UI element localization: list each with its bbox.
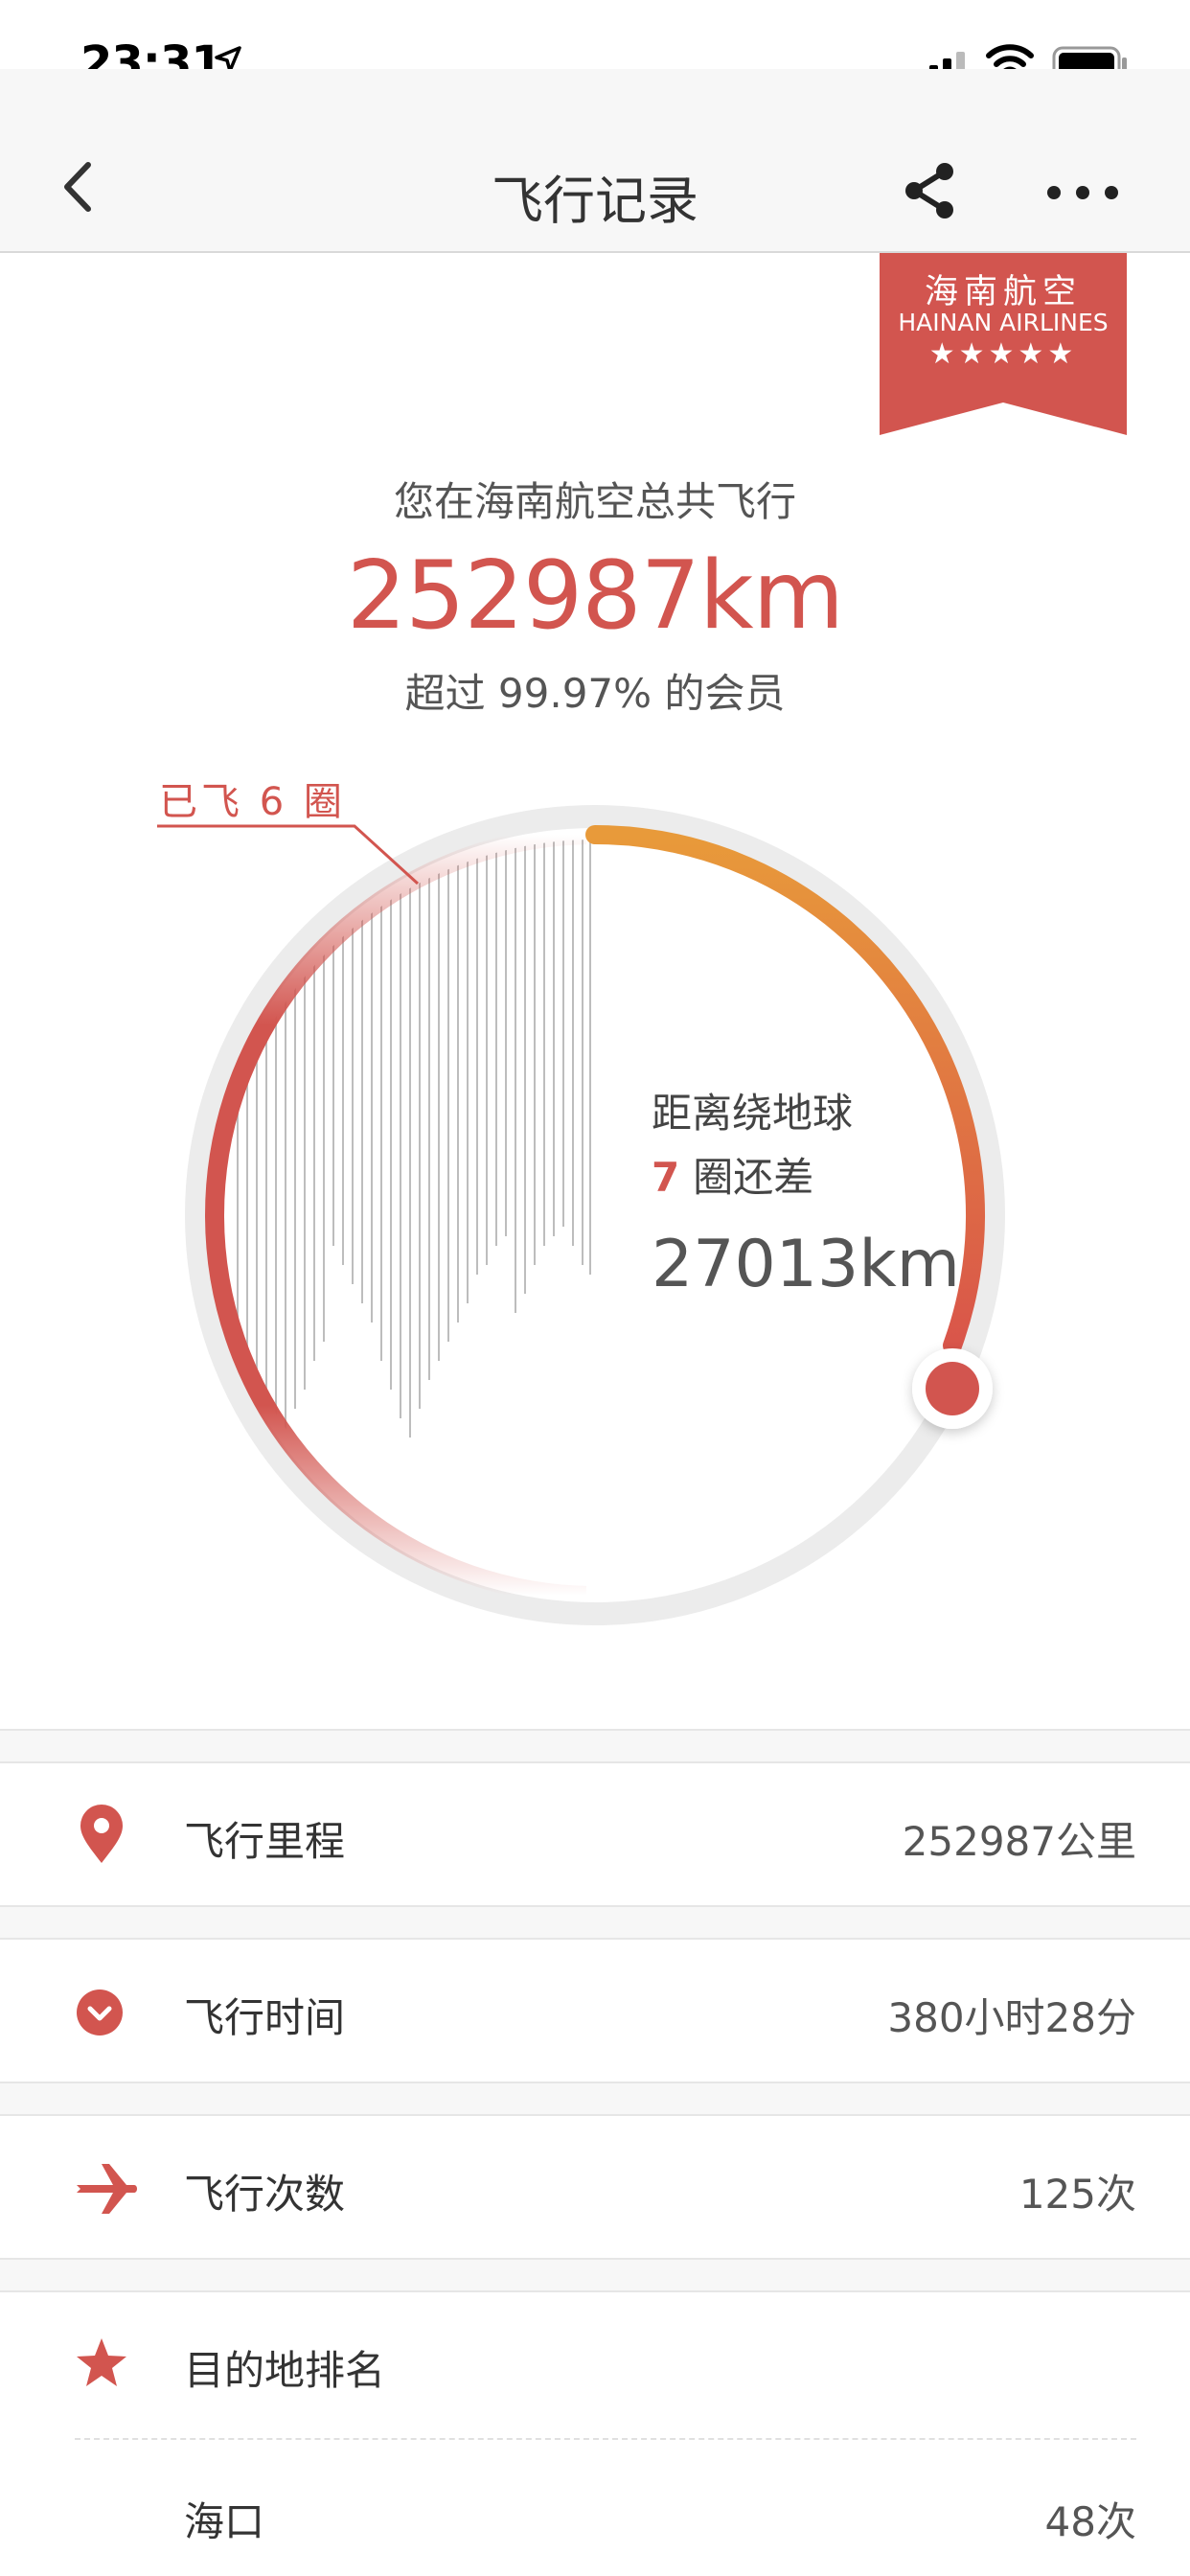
section-divider — [0, 2258, 1190, 2292]
section-divider — [0, 1729, 1190, 1763]
airplane-icon — [77, 2164, 137, 2214]
stat-label-time: 飞行时间 — [184, 1994, 346, 2041]
clock-icon — [77, 1990, 123, 2036]
section-divider — [0, 2082, 1190, 2116]
ring-caption: 距离绕地球 — [652, 1090, 854, 1137]
stat-value-count: 125次 — [1018, 2171, 1136, 2218]
ring-caption-suffix: 圈还差 — [693, 1154, 814, 1201]
stat-label-count: 飞行次数 — [184, 2171, 346, 2218]
location-pin-icon — [80, 1805, 123, 1863]
remaining-distance: 27013km — [652, 1227, 960, 1302]
next-circle-number: 7 — [652, 1154, 680, 1201]
dashed-divider — [75, 2438, 1136, 2440]
section-divider — [0, 1905, 1190, 1940]
ring-caption-next: 7 圈还差 — [652, 1145, 813, 1204]
destination-ranking-title: 目的地排名 — [184, 2347, 386, 2394]
circles-flown-label: 已飞 6 圈 — [159, 780, 346, 824]
stat-label-distance: 飞行里程 — [184, 1818, 346, 1865]
earth-progress-ring — [157, 805, 1005, 1625]
globe-illustration — [237, 840, 591, 1509]
destination-name: 海口 — [184, 2498, 265, 2545]
destination-count: 48次 — [1044, 2498, 1136, 2545]
stat-value-time: 380小时28分 — [887, 1994, 1136, 2041]
star-icon — [77, 2338, 126, 2386]
stat-value-distance: 252987公里 — [902, 1818, 1136, 1865]
